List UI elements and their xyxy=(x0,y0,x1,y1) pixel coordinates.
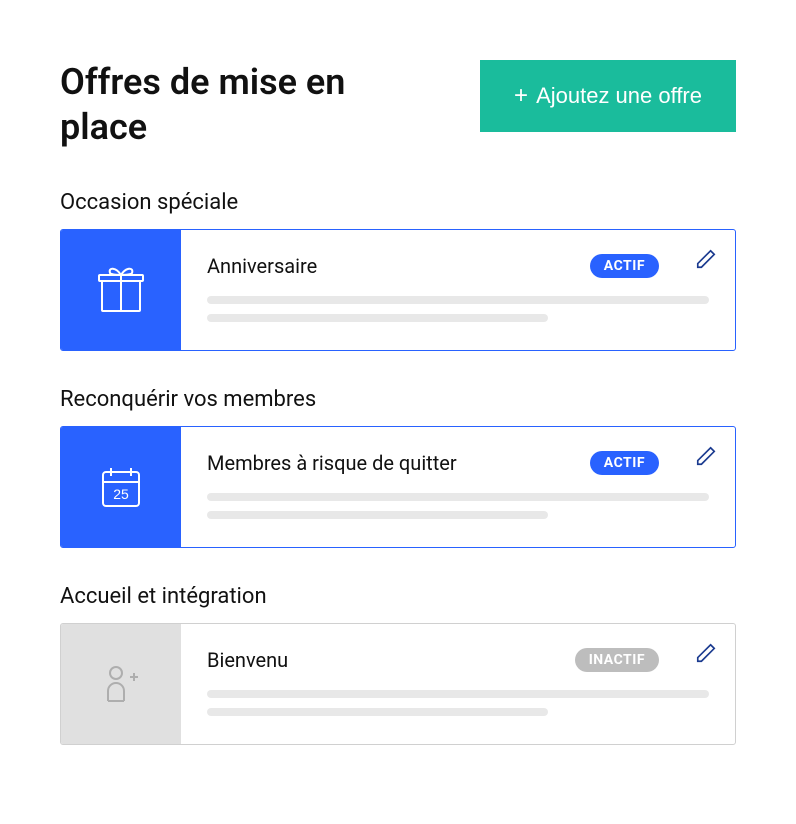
status-badge: ACTIF xyxy=(590,254,659,278)
add-offer-button[interactable]: + Ajoutez une offre xyxy=(480,60,736,132)
card-icon-container: 25 xyxy=(61,427,181,547)
section-title: Reconquérir vos membres xyxy=(60,387,736,412)
offer-card-anniversaire[interactable]: Anniversaire ACTIF xyxy=(60,229,736,351)
placeholder-content xyxy=(207,493,709,519)
svg-text:25: 25 xyxy=(113,486,129,502)
edit-button[interactable] xyxy=(695,248,717,274)
card-icon-container xyxy=(61,230,181,350)
edit-button[interactable] xyxy=(695,642,717,668)
edit-button[interactable] xyxy=(695,445,717,471)
pencil-icon xyxy=(695,642,717,664)
section-accueil: Accueil et intégration Bienvenu INACTIF xyxy=(60,584,736,745)
placeholder-content xyxy=(207,296,709,322)
card-body: Membres à risque de quitter ACTIF xyxy=(181,427,735,547)
status-badge: INACTIF xyxy=(575,648,659,672)
page-title: Offres de mise en place xyxy=(60,60,360,150)
card-body: Anniversaire ACTIF xyxy=(181,230,735,350)
card-body: Bienvenu INACTIF xyxy=(181,624,735,744)
card-icon-container xyxy=(61,624,181,744)
person-add-icon xyxy=(98,661,144,707)
pencil-icon xyxy=(695,248,717,270)
calendar-icon: 25 xyxy=(96,462,146,512)
status-badge: ACTIF xyxy=(590,451,659,475)
section-title: Accueil et intégration xyxy=(60,584,736,609)
placeholder-content xyxy=(207,690,709,716)
card-title: Anniversaire xyxy=(207,254,317,278)
section-reconquerir: Reconquérir vos membres 25 Membres à ris… xyxy=(60,387,736,548)
section-title: Occasion spéciale xyxy=(60,190,736,215)
card-title: Membres à risque de quitter xyxy=(207,451,457,475)
offer-card-membres-risque[interactable]: 25 Membres à risque de quitter ACTIF xyxy=(60,426,736,548)
card-title: Bienvenu xyxy=(207,648,288,672)
pencil-icon xyxy=(695,445,717,467)
offer-card-bienvenu[interactable]: Bienvenu INACTIF xyxy=(60,623,736,745)
add-offer-label: Ajoutez une offre xyxy=(536,83,702,109)
plus-icon: + xyxy=(514,82,528,110)
section-occasion-speciale: Occasion spéciale Anniversaire ACTIF xyxy=(60,190,736,351)
gift-icon xyxy=(94,263,148,317)
